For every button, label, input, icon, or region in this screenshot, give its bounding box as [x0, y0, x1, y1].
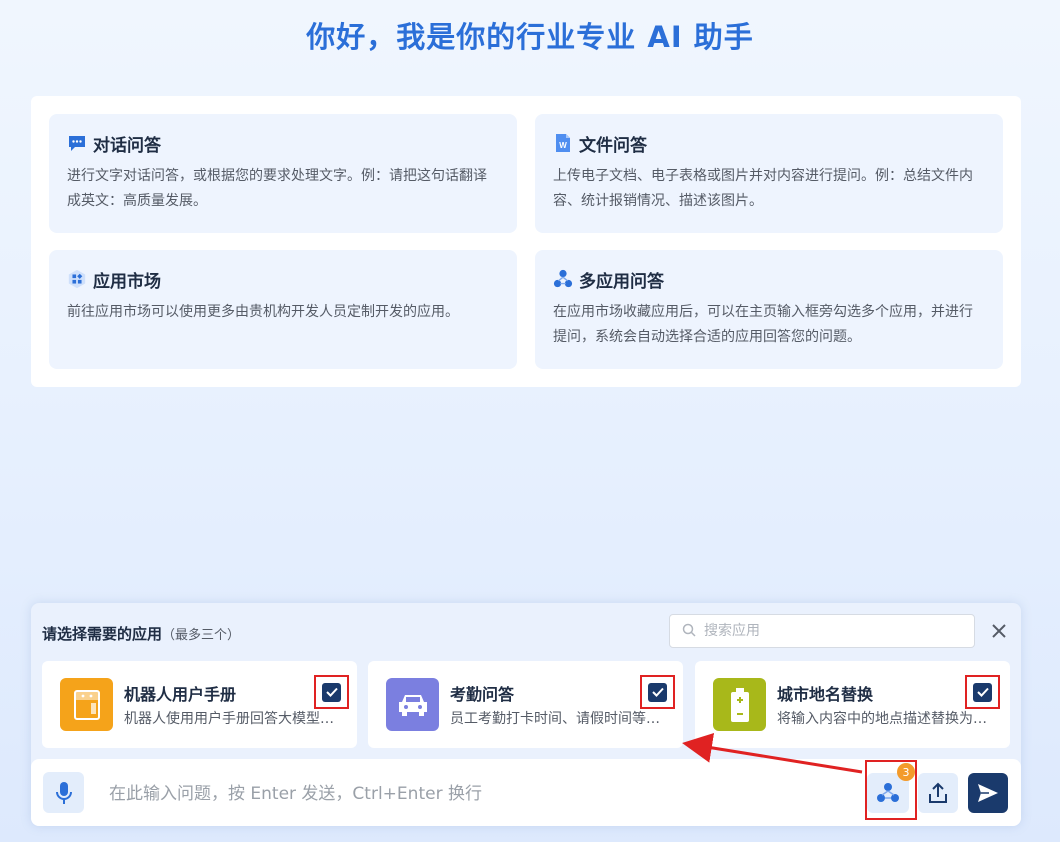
send-button[interactable] — [968, 773, 1008, 813]
app-desc: 员工考勤打卡时间、请假时间等问题 — [450, 711, 672, 727]
multi-app-icon — [553, 269, 573, 289]
checkbox-highlight — [965, 675, 1000, 709]
app-market-icon — [67, 269, 87, 289]
microphone-icon — [55, 781, 72, 804]
feature-title: 应用市场 — [93, 271, 161, 292]
feature-card-chat[interactable]: 对话问答 进行文字对话问答，或根据您的要求处理文字。例：请把这句话翻译成英文：高… — [49, 114, 517, 233]
app-checkbox[interactable] — [322, 682, 341, 702]
checkbox-highlight — [640, 675, 675, 709]
microphone-button[interactable] — [43, 772, 84, 813]
check-icon — [651, 687, 664, 697]
upload-button[interactable] — [918, 773, 958, 813]
app-card[interactable]: 机器人用户手册 机器人使用用户手册回答大模型相关问题 — [42, 661, 357, 748]
send-icon — [978, 784, 998, 802]
app-name: 机器人用户手册 — [124, 685, 237, 704]
battery-icon — [713, 678, 766, 731]
feature-title: 对话问答 — [93, 135, 161, 156]
feature-desc: 在应用市场收藏应用后，可以在主页输入框旁勾选多个应用，并进行提问，系统会自动选择… — [553, 304, 973, 345]
feature-desc: 上传电子文档、电子表格或图片并对内容进行提问。例：总结文件内容、统计报销情况、描… — [553, 168, 973, 209]
app-checkbox[interactable] — [973, 682, 992, 702]
picker-subtitle: （最多三个） — [162, 628, 241, 643]
app-card[interactable]: 考勤问答 员工考勤打卡时间、请假时间等问题 — [368, 661, 683, 748]
feature-card-multiapp[interactable]: 多应用问答 在应用市场收藏应用后，可以在主页输入框旁勾选多个应用，并进行提问，系… — [535, 250, 1003, 369]
close-icon[interactable] — [989, 621, 1009, 641]
multi-app-icon — [877, 783, 899, 802]
search-icon — [682, 622, 696, 641]
selected-count-badge: 3 — [897, 763, 915, 781]
feature-card-market[interactable]: 应用市场 前往应用市场可以使用更多由贵机构开发人员定制开发的应用。 — [49, 250, 517, 369]
app-name: 考勤问答 — [450, 685, 515, 704]
feature-card-file[interactable]: W 文件问答 上传电子文档、电子表格或图片并对内容进行提问。例：总结文件内容、统… — [535, 114, 1003, 233]
svg-text:W: W — [559, 141, 567, 150]
word-document-icon: W — [553, 133, 573, 153]
car-icon — [386, 678, 439, 731]
feature-title: 多应用问答 — [579, 271, 664, 292]
checkbox-highlight — [314, 675, 349, 709]
feature-desc: 进行文字对话问答，或根据您的要求处理文字。例：请把这句话翻译成英文：高质量发展。 — [67, 168, 487, 209]
app-desc: 机器人使用用户手册回答大模型相关问题 — [124, 711, 346, 727]
chat-input[interactable] — [107, 779, 811, 809]
chat-input-bar: 3 — [31, 759, 1021, 826]
picker-title: 请选择需要的应用（最多三个） — [42, 623, 240, 644]
check-icon — [325, 687, 338, 697]
manual-book-icon — [60, 678, 113, 731]
app-search-input[interactable] — [702, 622, 956, 640]
chat-bubble-icon — [67, 133, 87, 153]
app-checkbox[interactable] — [648, 682, 667, 702]
feature-title: 文件问答 — [579, 135, 647, 156]
feature-desc: 前往应用市场可以使用更多由贵机构开发人员定制开发的应用。 — [67, 304, 459, 320]
app-desc: 将输入内容中的地点描述替换为标准地名 — [777, 711, 999, 727]
app-card[interactable]: 城市地名替换 将输入内容中的地点描述替换为标准地名 — [695, 661, 1010, 748]
app-search-box[interactable] — [669, 614, 975, 648]
upload-icon — [929, 782, 947, 803]
page-title: 你好，我是你的行业专业 AI 助手 — [306, 20, 754, 54]
check-icon — [976, 687, 989, 697]
app-name: 城市地名替换 — [777, 685, 874, 704]
feature-panel: 对话问答 进行文字对话问答，或根据您的要求处理文字。例：请把这句话翻译成英文：高… — [31, 96, 1021, 387]
picker-title-text: 请选择需要的应用 — [42, 625, 163, 643]
